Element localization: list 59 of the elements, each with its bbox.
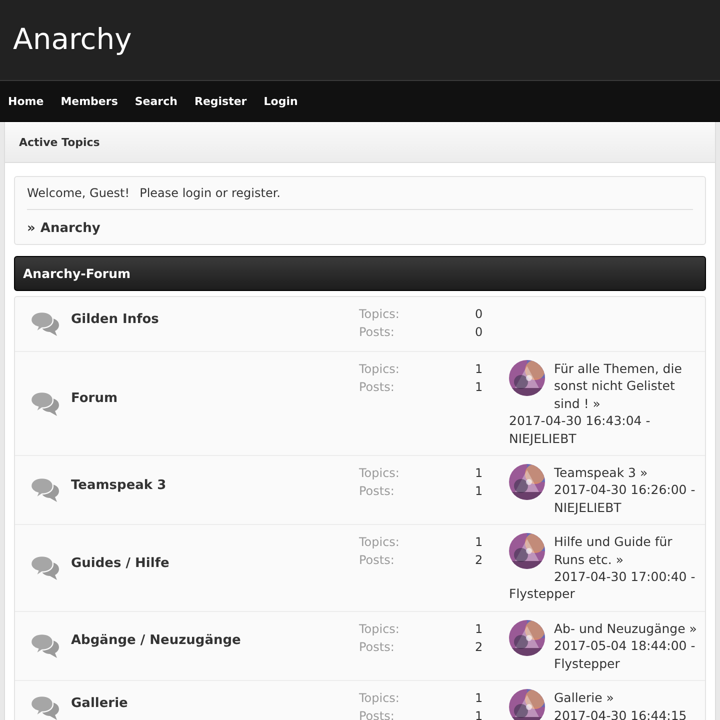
- topics-count: 1: [475, 466, 483, 482]
- topics-label: Topics:: [359, 691, 400, 708]
- speech-bubbles-icon: [31, 477, 61, 504]
- topics-label: Topics:: [359, 466, 400, 482]
- forum-name-link[interactable]: Gilden Infos: [71, 312, 159, 326]
- last-post-info: 2017-04-30 17:00:40 - Flystepper: [509, 569, 696, 602]
- breadcrumb-separator: »: [27, 221, 36, 236]
- forum-name-link[interactable]: Guides / Hilfe: [71, 556, 170, 571]
- register-link[interactable]: register.: [231, 186, 280, 200]
- last-post-info: 2017-04-30 16:43:04 - NIEJELIEBT: [509, 413, 650, 446]
- last-post-link[interactable]: Ab- und Neuzugänge »: [554, 620, 697, 638]
- nav-link[interactable]: Home: [8, 94, 44, 108]
- last-post-link[interactable]: Gallerie »: [554, 689, 697, 706]
- topics-label: Topics:: [359, 535, 400, 552]
- speech-bubbles-icon: [31, 390, 61, 417]
- nav-link[interactable]: Register: [194, 94, 247, 108]
- category-title[interactable]: Anarchy-Forum: [23, 266, 131, 281]
- topics-label: Topics:: [359, 362, 400, 378]
- forum-name-link[interactable]: Forum: [71, 391, 118, 406]
- welcome-text: Welcome, Guest!: [27, 186, 130, 200]
- posts-count: 2: [475, 553, 483, 570]
- site-title: Anarchy: [13, 22, 132, 56]
- topics-count: 0: [475, 307, 483, 323]
- forum-name-link[interactable]: Abgänge / Neuzugänge: [71, 633, 241, 648]
- last-post-info: 2017-04-30 16:44:15: [554, 708, 687, 720]
- topics-label: Topics:: [359, 307, 400, 323]
- posts-count: 2: [475, 640, 483, 656]
- posts-label: Posts:: [359, 325, 396, 341]
- posts-label: Posts:: [359, 640, 396, 656]
- forum-name-link[interactable]: Teamspeak 3: [71, 478, 166, 493]
- active-topics-link[interactable]: Active Topics: [19, 136, 100, 148]
- last-post-link[interactable]: Für alle Themen, die sonst nicht Gelistet sind ! »: [554, 360, 697, 412]
- login-prompt: Please login or register.: [140, 186, 280, 200]
- posts-label: Posts:: [359, 709, 396, 720]
- nav-link[interactable]: Login: [264, 94, 298, 108]
- speech-bubbles-icon: [31, 632, 61, 659]
- posts-label: Posts:: [359, 553, 396, 570]
- topics-label: Topics:: [359, 622, 400, 638]
- posts-label: Posts:: [359, 484, 396, 500]
- speech-bubbles-icon: [31, 311, 61, 337]
- speech-bubbles-icon: [31, 555, 61, 582]
- forum-name-link[interactable]: Gallerie: [71, 696, 128, 711]
- posts-count: 0: [475, 325, 483, 341]
- posts-label: Posts:: [359, 380, 396, 396]
- posts-count: 1: [475, 380, 483, 396]
- last-post-link[interactable]: Hilfe und Guide für Runs etc. »: [554, 533, 697, 568]
- login-link[interactable]: login: [182, 186, 212, 200]
- posts-count: 1: [475, 484, 483, 500]
- posts-count: 1: [475, 709, 483, 720]
- breadcrumb-link[interactable]: Anarchy: [40, 221, 100, 236]
- topics-count: 1: [475, 535, 483, 552]
- topics-count: 1: [475, 622, 483, 638]
- last-post-info: 2017-04-30 16:26:00 - NIEJELIEBT: [554, 482, 696, 515]
- topics-count: 1: [475, 691, 483, 708]
- nav-link[interactable]: Members: [60, 94, 118, 108]
- last-post-info: 2017-05-04 18:44:00 - Flystepper: [554, 638, 696, 671]
- last-post-link[interactable]: Teamspeak 3 »: [554, 464, 697, 482]
- nav-link[interactable]: Search: [134, 94, 178, 108]
- topics-count: 1: [475, 362, 483, 378]
